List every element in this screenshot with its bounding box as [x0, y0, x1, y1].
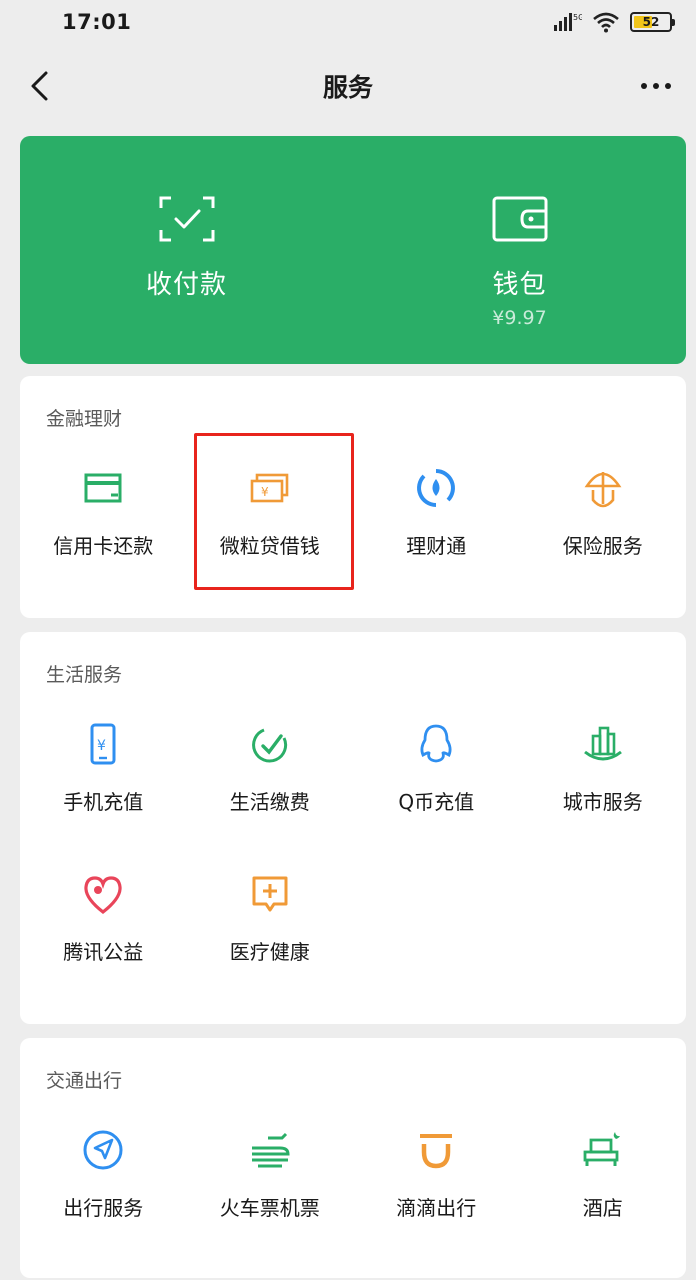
service-label: 出行服务	[63, 1196, 144, 1220]
service-label: 信用卡还款	[53, 534, 154, 558]
wallet-icon	[492, 196, 547, 242]
check-leaf-icon	[251, 728, 287, 763]
didi-icon	[420, 1134, 453, 1169]
hotel-bed-icon	[583, 1132, 620, 1166]
hotel-button[interactable]: 酒店	[520, 1126, 687, 1244]
weilidai-loan-button[interactable]: ¥ 微粒贷借钱	[187, 464, 354, 582]
scan-check-icon	[159, 196, 214, 242]
pay-receive-button[interactable]: 收付款	[20, 136, 353, 364]
status-time: 17:01	[62, 10, 132, 34]
mobile-topup-button[interactable]: ¥ 手机充值	[20, 720, 187, 838]
svg-text:¥: ¥	[261, 485, 269, 499]
utility-bills-button[interactable]: 生活缴费	[187, 720, 354, 838]
heart-charity-icon	[84, 876, 122, 915]
didi-ride-button[interactable]: 滴滴出行	[353, 1126, 520, 1244]
insurance-button[interactable]: 保险服务	[520, 464, 687, 582]
section-title: 生活服务	[46, 664, 123, 686]
wallet-label: 钱包	[492, 270, 547, 300]
service-label: 滴滴出行	[396, 1196, 477, 1220]
section-title: 交通出行	[46, 1070, 123, 1092]
finance-grid: 信用卡还款 ¥ 微粒贷借钱 理财通 保险服务	[20, 464, 686, 582]
cellular-signal-icon: 5G	[554, 13, 582, 31]
credit-card-repay-button[interactable]: 信用卡还款	[20, 464, 187, 582]
medical-health-button[interactable]: 医疗健康	[187, 870, 354, 988]
umbrella-shield-icon	[584, 472, 622, 508]
signal-label: 5G	[573, 13, 582, 22]
service-label: 生活缴费	[229, 790, 310, 814]
q-coin-topup-button[interactable]: Q币充值	[353, 720, 520, 838]
wealth-drop-icon	[417, 469, 456, 507]
page-title: 服务	[322, 73, 373, 102]
credit-card-icon	[84, 473, 122, 503]
status-icons: 5G 52	[552, 11, 675, 33]
nav-bar: 服务	[0, 44, 696, 128]
more-options-icon[interactable]	[638, 74, 674, 98]
medical-plus-icon	[252, 876, 288, 912]
city-buildings-icon	[583, 726, 622, 761]
finance-section: 金融理财 信用卡还款 ¥ 微粒贷借钱 理财通 保险服务	[20, 376, 686, 618]
service-label: Q币充值	[398, 790, 475, 814]
travel-grid: 出行服务 火车票机票 滴滴出行 酒店	[20, 1126, 686, 1244]
wallet-button[interactable]: 钱包 ¥9.97	[353, 136, 686, 364]
travel-section: 交通出行 出行服务 火车票机票 滴滴出行 酒店	[20, 1038, 686, 1278]
travel-service-button[interactable]: 出行服务	[20, 1126, 187, 1244]
back-arrow-icon[interactable]	[26, 70, 54, 102]
service-label: 保险服务	[562, 534, 643, 558]
service-label: 火车票机票	[219, 1196, 320, 1220]
service-label: 理财通	[406, 534, 467, 558]
train-plane-icon	[251, 1132, 290, 1168]
svg-text:¥: ¥	[97, 738, 106, 754]
pay-receive-label: 收付款	[145, 270, 227, 300]
section-title: 金融理财	[46, 408, 123, 430]
service-label: 医疗健康	[229, 940, 310, 964]
cash-notes-icon: ¥	[250, 473, 289, 503]
phone-yen-icon: ¥	[90, 723, 116, 765]
battery-level: 52	[642, 15, 660, 29]
top-service-card: 收付款 钱包 ¥9.97	[20, 136, 686, 364]
navigation-arrow-icon	[83, 1130, 123, 1170]
service-label: 腾讯公益	[63, 940, 144, 964]
wallet-balance: ¥9.97	[492, 307, 547, 329]
battery-icon: 52	[630, 12, 675, 32]
city-services-button[interactable]: 城市服务	[520, 720, 687, 838]
wifi-icon	[593, 12, 619, 33]
service-label: 手机充值	[63, 790, 144, 814]
life-grid: ¥ 手机充值 生活缴费 Q币充值 城市服务 腾讯公益 医疗健康	[20, 720, 686, 988]
qq-penguin-icon	[420, 724, 452, 763]
train-flight-tickets-button[interactable]: 火车票机票	[187, 1126, 354, 1244]
service-label: 酒店	[582, 1196, 623, 1220]
tencent-charity-button[interactable]: 腾讯公益	[20, 870, 187, 988]
licaitong-button[interactable]: 理财通	[353, 464, 520, 582]
service-label: 城市服务	[562, 790, 643, 814]
status-bar: 17:01 5G 52	[0, 0, 696, 44]
service-label: 微粒贷借钱	[219, 534, 320, 558]
life-services-section: 生活服务 ¥ 手机充值 生活缴费 Q币充值 城市服务 腾讯公益 医疗健康	[20, 632, 686, 1024]
